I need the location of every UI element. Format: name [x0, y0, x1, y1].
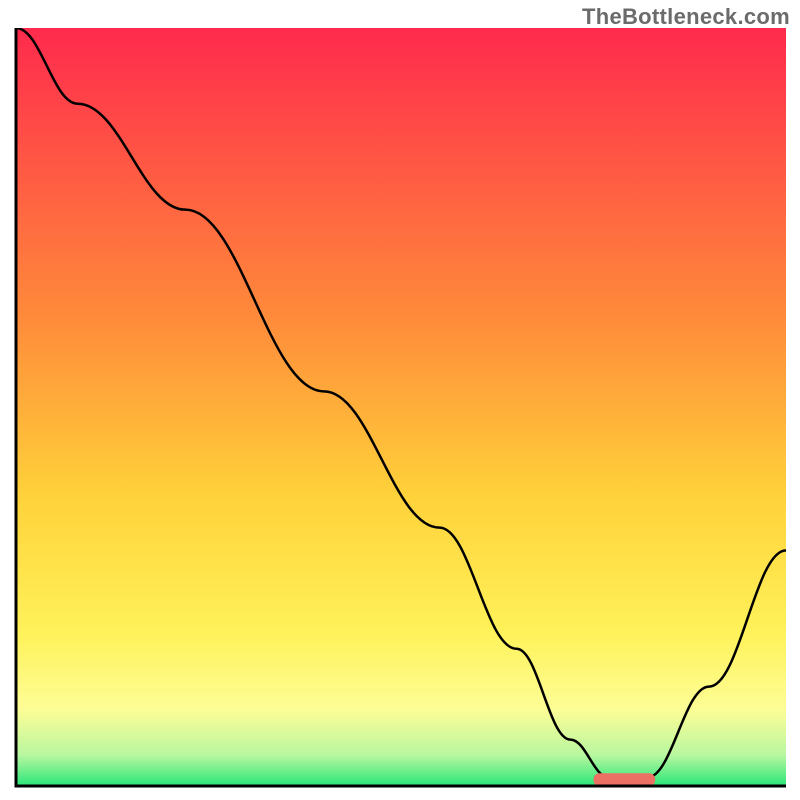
- optimal-range-marker: [594, 773, 656, 786]
- chart-svg: [14, 28, 786, 788]
- watermark-text: TheBottleneck.com: [582, 4, 790, 30]
- plot-background: [17, 28, 786, 785]
- chart-container: TheBottleneck.com: [0, 0, 800, 800]
